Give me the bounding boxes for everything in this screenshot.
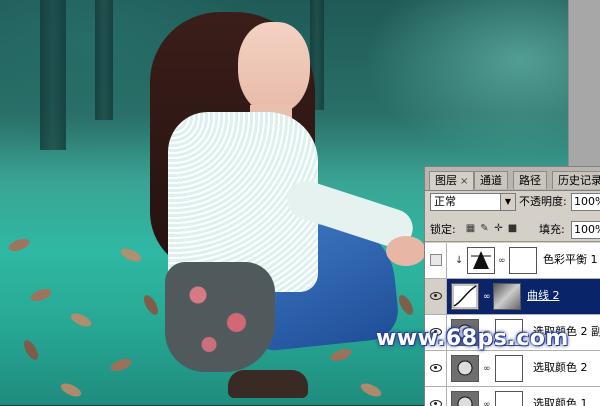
- woman-skirt: [165, 262, 275, 372]
- tab-label: 路径: [519, 174, 541, 187]
- visibility-toggle[interactable]: [425, 387, 447, 406]
- tab-channels[interactable]: 通道: [474, 171, 508, 189]
- tab-label: 通道: [480, 174, 502, 187]
- lock-transparent-icon[interactable]: ▦: [465, 223, 476, 234]
- adjustment-thumbnail[interactable]: [467, 247, 495, 274]
- canvas-gray-area: [568, 0, 600, 166]
- background-tree: [40, 0, 66, 150]
- visibility-toggle[interactable]: [425, 351, 447, 386]
- layer-name[interactable]: 曲线 2: [527, 289, 560, 303]
- adjustment-thumbnail[interactable]: [451, 355, 479, 382]
- fallen-leaf: [28, 286, 54, 304]
- selective-color-icon: [457, 360, 473, 376]
- curves-icon: [452, 284, 478, 309]
- hidden-box-icon: [430, 254, 442, 266]
- lock-position-icon[interactable]: ✛: [493, 223, 504, 234]
- adjustment-thumbnail[interactable]: [451, 283, 479, 310]
- lock-image-icon[interactable]: ✎: [479, 223, 490, 234]
- tab-paths[interactable]: 路径: [513, 171, 547, 189]
- fallen-leaf: [396, 292, 416, 318]
- visibility-toggle[interactable]: [425, 243, 447, 278]
- eye-icon: [430, 400, 442, 406]
- link-icon: ∞: [483, 400, 491, 406]
- woman-hand: [386, 236, 426, 266]
- mask-thumbnail[interactable]: [495, 391, 523, 406]
- lock-all-icon[interactable]: ■: [507, 223, 518, 234]
- mask-thumbnail[interactable]: [509, 247, 537, 274]
- fallen-leaf: [6, 236, 32, 254]
- fallen-leaf: [328, 346, 354, 364]
- woman-face: [238, 22, 310, 114]
- layer-name[interactable]: 选取颜色 2: [533, 361, 588, 375]
- fallen-leaf: [21, 337, 41, 363]
- layer-row-selective-color-1[interactable]: ∞ 选取颜色 1: [425, 387, 600, 406]
- tab-label: 图层: [435, 174, 457, 187]
- tab-layers[interactable]: 图层 ×: [429, 171, 475, 190]
- blend-opacity-row: 正常 ▼ 不透明度: 100%: [425, 193, 600, 215]
- opacity-label: 不透明度:: [519, 195, 567, 208]
- fallen-leaf: [108, 356, 134, 374]
- link-icon: ∞: [483, 292, 491, 302]
- panel-tab-bar: 图层 × 通道 路径 历史记录: [425, 167, 600, 191]
- layer-row-curves[interactable]: ∞ 曲线 2: [425, 279, 600, 315]
- mask-thumbnail[interactable]: [495, 355, 523, 382]
- blend-mode-value: 正常: [434, 195, 456, 208]
- fallen-leaf: [58, 380, 84, 400]
- layers-list: ↓ ∞ 色彩平衡 1 ∞ 曲线 2 ∞ 选取颜色 2 副 ∞ 选取颜色 2 ∞ …: [425, 243, 600, 406]
- watermark-text: www.68ps.com: [376, 326, 569, 351]
- opacity-input[interactable]: 100%: [571, 193, 600, 211]
- fallen-leaf: [141, 292, 161, 318]
- layer-row-selective-color-2[interactable]: ∞ 选取颜色 2: [425, 351, 600, 387]
- balance-scale-icon: [471, 251, 491, 269]
- lock-fill-row: 锁定: ▦ ✎ ✛ ■ 填充: 100%: [425, 219, 600, 242]
- layer-name[interactable]: 色彩平衡 1: [543, 253, 598, 267]
- tab-history[interactable]: 历史记录: [552, 171, 600, 189]
- tab-label: 历史记录: [558, 174, 600, 187]
- selective-color-icon: [457, 396, 473, 406]
- fill-label: 填充:: [539, 223, 565, 236]
- blend-mode-select[interactable]: 正常 ▼: [430, 193, 516, 211]
- close-icon[interactable]: ×: [460, 176, 468, 187]
- mask-thumbnail[interactable]: [493, 283, 521, 310]
- link-icon: ∞: [483, 364, 491, 374]
- background-tree: [95, 0, 113, 120]
- fallen-leaf: [358, 380, 384, 400]
- lock-label: 锁定:: [430, 223, 456, 236]
- fallen-leaf: [68, 310, 94, 330]
- adjustment-thumbnail[interactable]: [451, 391, 479, 406]
- chevron-down-icon[interactable]: ▼: [500, 194, 515, 210]
- clip-arrow-icon: ↓: [455, 255, 464, 266]
- eye-icon: [430, 292, 442, 300]
- eye-icon: [430, 364, 442, 372]
- fill-input[interactable]: 100%: [571, 221, 600, 239]
- layers-panel: 图层× 通道 路径 历史记录 正常 ▼ 不透明度: 100% 锁定: ▦ ✎ ✛…: [424, 166, 600, 406]
- visibility-toggle[interactable]: [425, 279, 447, 314]
- link-icon: ∞: [498, 256, 506, 266]
- woman-shoe: [228, 370, 308, 398]
- fallen-leaf: [118, 245, 144, 265]
- layer-row-color-balance[interactable]: ↓ ∞ 色彩平衡 1: [425, 243, 600, 279]
